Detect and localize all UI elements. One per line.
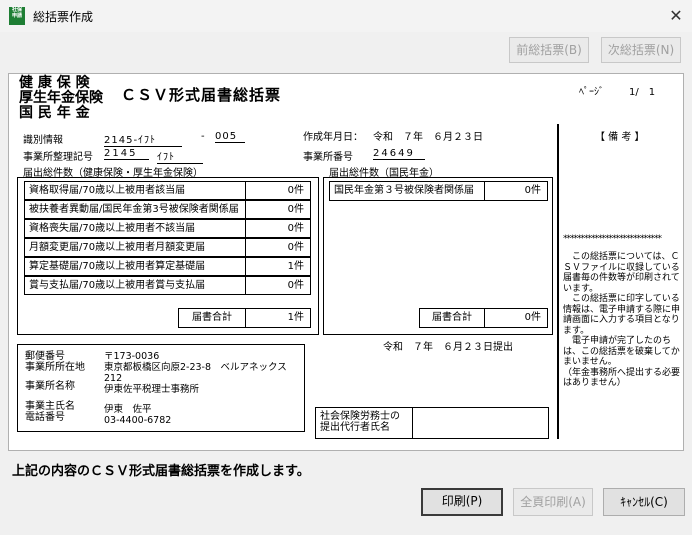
insurance-types: 健 康 保 険 厚生年金保険 国 民 年 金	[19, 76, 103, 121]
title-bar: 社保 申請 総括票作成 ✕	[0, 0, 692, 32]
insurance-pension: 厚生年金保険	[19, 90, 103, 106]
owner-name-value: 伊東 佐平	[104, 404, 152, 415]
insurance-health: 健 康 保 険	[19, 75, 90, 91]
postal-label: 郵便番号	[25, 351, 65, 362]
id-separator: -	[201, 131, 205, 142]
app-icon: 社保 申請	[9, 7, 25, 25]
id-value-2: 005	[215, 131, 245, 143]
right-total-value: 0件	[484, 308, 548, 328]
office-name-label: 事業所名称	[25, 381, 75, 392]
right-total-label: 届書合計	[419, 308, 485, 328]
form-title: ＣＳＶ形式届書総括票	[121, 86, 282, 104]
postal-value: 〒173-0036	[104, 351, 160, 362]
address-box: 郵便番号 事業所所在地 事業所名称 事業主氏名 電話番号 〒173-0036 東…	[17, 344, 305, 432]
cancel-button[interactable]: ｷｬﾝｾﾙ(C)	[603, 488, 685, 516]
id-label: 識別情報	[23, 135, 63, 146]
insurance-national: 国 民 年 金	[19, 105, 90, 121]
row-count: 0件	[245, 219, 311, 238]
next-summary-button[interactable]: 次総括票(N)	[601, 37, 681, 63]
submit-date: 令和 ７年 ６月２３日提出	[383, 342, 513, 353]
office-name-value: 伊東佐平税理士事務所	[104, 384, 200, 395]
office-number-value: 24649	[373, 148, 425, 160]
id-value-1: 2145-ｲﾌﾄ	[104, 131, 182, 147]
print-button[interactable]: 印刷(P)	[421, 488, 503, 516]
notes-body: この総括票については、ＣＳＶファイルに収録している届書毎の件数等が印刷されていま…	[563, 252, 681, 388]
confirm-message: 上記の内容のＣＳＶ形式届書総括票を作成します。	[12, 464, 310, 479]
row-label: 被扶養者異動届/国民年金第3号被保険者関係届	[24, 200, 246, 219]
row-label: 算定基礎届/70歳以上被用者算定基礎届	[24, 257, 246, 276]
window-title: 総括票作成	[33, 10, 94, 24]
row-label: 国民年金第３号被保険者関係届	[329, 181, 485, 201]
left-count-box: 資格取得届/70歳以上被用者該当届 0件 被扶養者異動届/国民年金第3号被保険者…	[17, 177, 319, 335]
address-line-1: 東京都板橋区向原2-23-8 ベルアネックス	[104, 362, 287, 373]
print-all-button[interactable]: 全頁印刷(A)	[513, 488, 593, 516]
agent-divider	[412, 408, 413, 438]
location-label: 事業所所在地	[25, 362, 85, 373]
row-label: 月額変更届/70歳以上被用者月額変更届	[24, 238, 246, 257]
agent-label-line-1: 社会保険労務士の	[320, 411, 400, 422]
office-number-label: 事業所番号	[303, 152, 353, 163]
office-mgmt-label: 事業所整理記号	[23, 152, 93, 163]
created-value: 令和 ７年 ６月２３日	[373, 132, 483, 143]
prev-summary-button[interactable]: 前総括票(B)	[509, 37, 589, 63]
row-count: 0件	[245, 276, 311, 295]
address-line-2: 212	[104, 373, 123, 384]
row-count: 0件	[245, 200, 311, 219]
row-label: 資格取得届/70歳以上被用者該当届	[24, 181, 246, 200]
toolbar: 前総括票(B) 次総括票(N)	[0, 32, 692, 70]
row-count: 0件	[484, 181, 548, 201]
row-count: 0件	[245, 238, 311, 257]
left-total-label: 届書合計	[178, 308, 246, 328]
phone-label: 電話番号	[25, 412, 65, 423]
notes-title: 【 備 考 】	[595, 132, 645, 143]
address-values: 〒173-0036 東京都板橋区向原2-23-8 ベルアネックス 212 伊東佐…	[104, 351, 287, 426]
notes-stars: ****************************	[563, 234, 662, 244]
address-labels: 郵便番号 事業所所在地 事業所名称 事業主氏名 電話番号	[25, 351, 85, 423]
right-count-box: 国民年金第３号被保険者関係届 0件 届書合計 0件	[323, 177, 553, 335]
close-icon[interactable]: ✕	[664, 4, 688, 28]
office-mgmt-value-1: 2145	[104, 148, 149, 160]
page-value: 1/ 1	[629, 87, 656, 98]
created-label: 作成年月日：	[303, 132, 363, 143]
office-mgmt-value-2: ｲﾌﾄ	[157, 148, 203, 164]
notes-divider	[557, 124, 559, 439]
owner-name-label: 事業主氏名	[25, 401, 75, 412]
row-count: 1件	[245, 257, 311, 276]
page-label: ﾍﾟｰｼﾞ	[579, 87, 604, 98]
row-count: 0件	[245, 181, 311, 200]
phone-value: 03-4400-6782	[104, 415, 172, 426]
agent-box: 社会保険労務士の 提出代行者氏名	[315, 407, 549, 439]
agent-label-line-2: 提出代行者氏名	[320, 422, 390, 433]
row-label: 賞与支払届/70歳以上被用者賞与支払届	[24, 276, 246, 295]
row-label: 資格喪失届/70歳以上被用者不該当届	[24, 219, 246, 238]
summary-sheet: 健 康 保 険 厚生年金保険 国 民 年 金 ＣＳＶ形式届書総括票 ﾍﾟｰｼﾞ …	[8, 73, 684, 451]
agent-label: 社会保険労務士の 提出代行者氏名	[320, 411, 400, 433]
left-total-value: 1件	[245, 308, 311, 328]
